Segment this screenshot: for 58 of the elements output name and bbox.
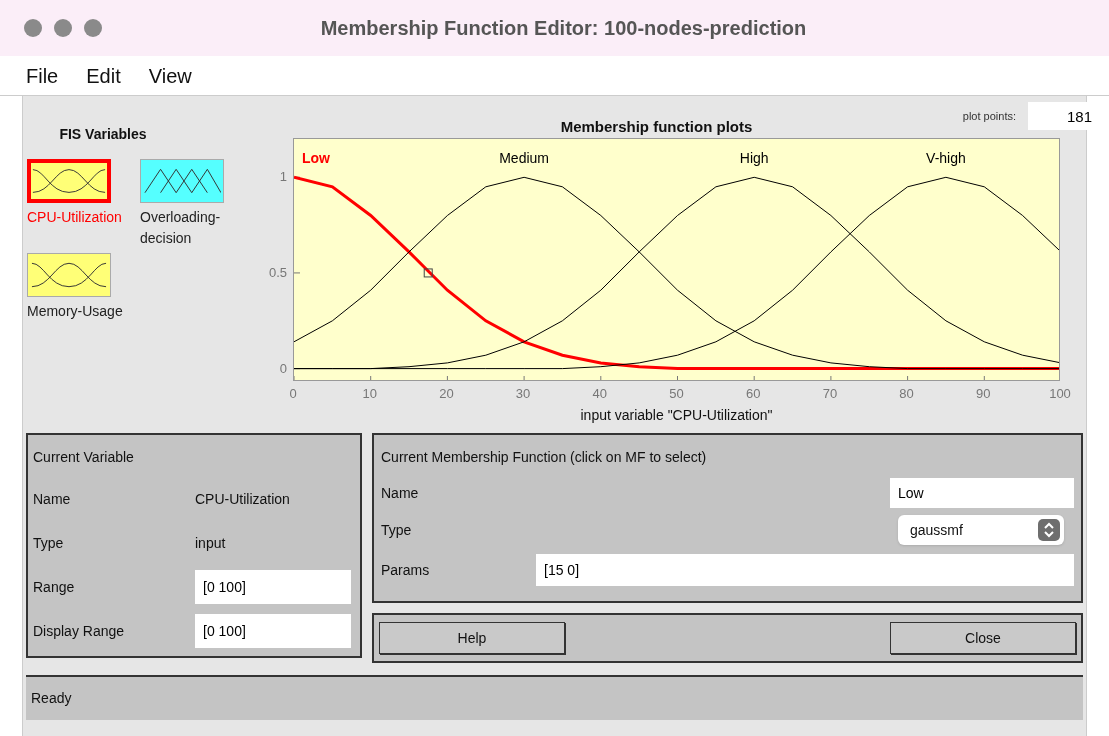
field-label: Name	[33, 489, 72, 509]
variable-tile[interactable]	[27, 253, 111, 297]
x-tick-label: 20	[439, 385, 454, 403]
section-title: FIS Variables	[59, 125, 147, 144]
x-tick-label: 50	[669, 385, 684, 403]
x-tick-label: 0	[289, 385, 297, 403]
range-field[interactable]: [0 100]	[195, 614, 351, 648]
dialog-button[interactable]: Close	[890, 622, 1076, 654]
field-label: Type	[381, 520, 412, 540]
x-tick-label: 60	[745, 385, 761, 403]
x-tick-label: 70	[822, 385, 838, 403]
params-field[interactable]: [15 0]	[536, 554, 1074, 586]
x-tick-label: 100	[1049, 385, 1071, 403]
curve-handle-icon[interactable]	[423, 268, 433, 278]
membership-curves-drawing[interactable]	[293, 175, 1060, 371]
field-label: Name	[381, 483, 419, 503]
variable-tile[interactable]	[140, 159, 224, 203]
y-tick-label: 0.5	[268, 263, 287, 282]
x-tick-label: 90	[976, 385, 991, 403]
x-tick-label: 30	[515, 385, 531, 403]
window-title: Membership Function Editor: 100-nodes-prediction	[319, 16, 808, 41]
mf-type-dropdown[interactable]: gaussmf	[898, 515, 1064, 545]
x-tick-label: 40	[592, 385, 608, 403]
variable-tile[interactable]	[27, 159, 111, 203]
field-label: Type	[33, 533, 65, 553]
field-label: Params	[381, 560, 431, 580]
variable-label: Overloading-decision	[140, 208, 222, 248]
curve-label: Low	[302, 150, 330, 166]
panel-title: Current Variable	[33, 448, 135, 467]
membership-plot[interactable]: Low Medium High V-high	[293, 138, 1060, 381]
mf-name-field[interactable]: Low	[890, 478, 1074, 508]
y-tick-label: 1	[279, 168, 287, 187]
plot-points-label: plot points:	[962, 108, 1016, 124]
x-tick-label: 10	[362, 385, 377, 403]
field-value: input	[195, 533, 226, 553]
x-axis-label: input variable "CPU-Utilization"	[580, 406, 773, 425]
window-control-icon[interactable]	[54, 19, 72, 37]
x-tick-label: 80	[899, 385, 914, 403]
field-label: Display Range	[33, 621, 126, 641]
variable-label: Memory-Usage	[27, 302, 123, 321]
menu-item[interactable]: View	[148, 60, 192, 91]
menu-item[interactable]: Edit	[86, 60, 121, 91]
field-value: CPU-Utilization	[195, 489, 290, 509]
panel-title: Current Membership Function (click on MF to select)	[381, 448, 708, 467]
field-label: Range	[33, 577, 76, 597]
dialog-button[interactable]: Help	[379, 622, 565, 654]
chart-title: Membership function plots	[560, 117, 753, 137]
curve-label: High	[739, 150, 769, 166]
menu-item[interactable]: File	[26, 60, 59, 91]
curve-label: V-high	[926, 150, 966, 166]
window-control-icon[interactable]	[24, 19, 42, 37]
range-field[interactable]: [0 100]	[195, 570, 351, 604]
y-tick-label: 0	[279, 359, 287, 378]
curve-label: Medium	[499, 150, 549, 166]
stepper-icon	[1038, 519, 1060, 541]
status-text: Ready	[31, 689, 72, 708]
window-control-icon[interactable]	[84, 19, 102, 37]
variable-label: CPU-Utilization	[27, 208, 122, 227]
